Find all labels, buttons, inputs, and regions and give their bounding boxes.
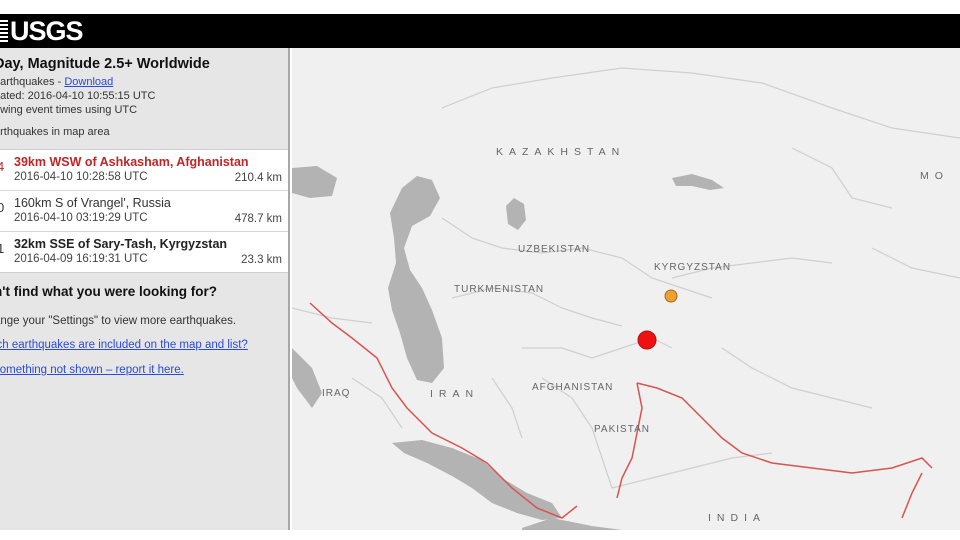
bottom-strip (0, 530, 960, 540)
map-label-india: INDIA (708, 512, 767, 524)
map-label-afghanistan: AFGHANISTAN (532, 382, 614, 393)
earthquake-list-item[interactable]: 4 39km WSW of Ashkasham, Afghanistan 201… (0, 150, 288, 191)
feed-prefix: earthquakes - (0, 76, 65, 88)
arabian-sea (522, 518, 622, 530)
map-label-iran: IRAN (430, 388, 480, 400)
updated-time: dated: 2016-04-10 10:55:15 UTC (0, 90, 156, 102)
help-text: ange your "Settings" to view more earthq… (0, 315, 237, 327)
usgs-logo-icon (0, 20, 8, 42)
map-label-pakistan: PAKISTAN (594, 424, 650, 435)
aral-sea (506, 198, 526, 230)
caspian-sea (388, 176, 444, 383)
earthquake-place: 39km WSW of Ashkasham, Afghanistan (14, 155, 249, 169)
utc-note: owing event times using UTC (0, 104, 138, 116)
earthquake-time: 2016-04-10 10:28:58 UTC (14, 171, 148, 183)
feed-line: earthquakes - Download (0, 76, 113, 88)
usgs-logo[interactable]: USGS (0, 16, 84, 46)
earthquake-place: 32km SSE of Sary-Tash, Kyrgyzstan (14, 237, 228, 251)
sidebar: Day, Magnitude 2.5+ Worldwide earthquake… (0, 48, 290, 530)
earthquake-time: 2016-04-10 03:19:29 UTC (14, 212, 148, 224)
red-sea (292, 348, 322, 408)
black-sea (292, 166, 337, 198)
earthquake-time: 2016-04-09 16:19:31 UTC (14, 253, 148, 265)
earthquake-place: 160km S of Vrangel', Russia (14, 196, 171, 210)
earthquake-list-item[interactable]: 0 160km S of Vrangel', Russia 2016-04-10… (0, 191, 288, 232)
earthquake-marker-small (664, 289, 678, 303)
lake-balkhash (672, 174, 724, 190)
earthquake-depth: 478.7 km (234, 213, 282, 225)
earthquake-depth: 210.4 km (234, 172, 282, 184)
header-bar (0, 14, 960, 48)
logo-text: USGS (10, 16, 84, 46)
map-label-uzbekistan: UZBEKISTAN (518, 244, 591, 255)
report-missing-link[interactable]: something not shown – report it here. (0, 364, 184, 376)
feed-title: Day, Magnitude 2.5+ Worldwide (0, 56, 210, 72)
map-label-mongolia: MO (920, 170, 949, 182)
map-area-note: arthquakes in map area (0, 126, 110, 138)
map-label-iraq: IRAQ (322, 388, 351, 399)
download-link[interactable]: Download (64, 76, 113, 88)
earthquake-marker-large (637, 330, 657, 350)
earthquake-depth: 23.3 km (241, 254, 282, 266)
included-earthquakes-link[interactable]: ich earthquakes are included on the map … (0, 339, 248, 351)
earthquake-magnitude: 1 (0, 241, 4, 256)
map-canvas[interactable]: KAZAKHSTAN UZBEKISTAN KYRGYZSTAN TURKMEN… (292, 48, 960, 530)
map-label-turkmenistan: TURKMENISTAN (454, 284, 545, 295)
map-label-kazakhstan: KAZAKHSTAN (496, 146, 626, 158)
earthquake-list: 4 39km WSW of Ashkasham, Afghanistan 201… (0, 149, 288, 273)
earthquake-magnitude: 4 (0, 159, 4, 174)
help-title: n't find what you were looking for? (0, 284, 217, 299)
earthquake-magnitude: 0 (0, 200, 4, 215)
map-label-kyrgyzstan: KYRGYZSTAN (654, 262, 732, 273)
earthquake-list-item[interactable]: 1 32km SSE of Sary-Tash, Kyrgyzstan 2016… (0, 232, 288, 273)
map-layer (292, 67, 960, 530)
